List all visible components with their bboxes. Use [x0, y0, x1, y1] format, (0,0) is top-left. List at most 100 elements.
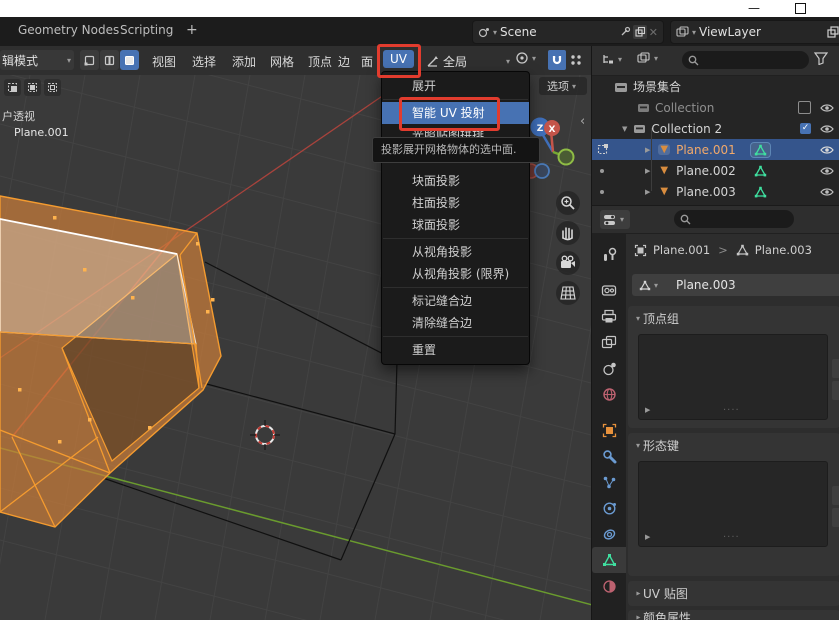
- eye-icon[interactable]: [820, 187, 834, 197]
- menu-item-unwrap[interactable]: 展开: [382, 75, 529, 97]
- snap-toggle-button[interactable]: [548, 50, 566, 70]
- outliner-row-collection-2[interactable]: ▼ Collection 2 ✓: [592, 118, 839, 139]
- tab-tool[interactable]: [592, 241, 626, 267]
- remove-shape-key-button[interactable]: [832, 508, 839, 527]
- breadcrumb-data[interactable]: Plane.003: [755, 243, 812, 257]
- editor-type-dropdown[interactable]: ▾: [600, 210, 630, 229]
- uv-maps-panel-header[interactable]: ▾ UV 贴图: [628, 581, 839, 606]
- expand-triangle-icon[interactable]: ▶: [645, 188, 650, 196]
- add-workspace-button[interactable]: +: [186, 22, 198, 38]
- menu-item-project-from-view-bounds[interactable]: 从视角投影 (限界): [382, 263, 529, 285]
- workspace-tab-scripting[interactable]: Scripting: [120, 23, 173, 37]
- mesh-data-icon[interactable]: [754, 165, 767, 177]
- outliner-row-plane-001[interactable]: ▶ ▼ Plane.001: [592, 139, 839, 160]
- mesh-data-icon[interactable]: [754, 186, 767, 198]
- properties-search-input[interactable]: [674, 210, 794, 228]
- add-shape-key-button[interactable]: [832, 486, 839, 505]
- gizmo-neg-z-axis[interactable]: [535, 164, 549, 178]
- window-minimize-button[interactable]: —: [748, 0, 760, 17]
- vertex-groups-list[interactable]: ▶ ····: [638, 334, 828, 420]
- expand-triangle-icon[interactable]: ▶: [645, 533, 650, 541]
- menu-item-reset[interactable]: 重置: [382, 339, 529, 361]
- tab-render[interactable]: [592, 277, 626, 303]
- tab-material[interactable]: [592, 573, 626, 599]
- tab-scene[interactable]: [592, 355, 626, 381]
- menu-uv[interactable]: UV: [383, 50, 414, 68]
- outliner-filter-type-dropdown[interactable]: ▾: [637, 52, 661, 65]
- menu-mesh[interactable]: 网格: [270, 53, 294, 70]
- window-maximize-button[interactable]: [795, 3, 806, 14]
- mesh-id-dropdown[interactable]: ▾: [632, 274, 669, 296]
- tab-object-data[interactable]: [592, 547, 626, 573]
- tab-constraints[interactable]: [592, 521, 626, 547]
- menu-item-project-from-view[interactable]: 从视角投影: [382, 241, 529, 263]
- tab-view-layer[interactable]: [592, 329, 626, 355]
- expand-triangle-icon[interactable]: ▶: [645, 406, 650, 414]
- gizmo-y-axis[interactable]: [559, 150, 574, 165]
- pan-button[interactable]: [556, 221, 580, 245]
- close-icon[interactable]: ✕: [649, 26, 658, 39]
- select-set-button[interactable]: [4, 79, 21, 96]
- exclude-checkbox[interactable]: ✓: [800, 123, 811, 134]
- display-mode-dropdown[interactable]: ▾: [601, 52, 625, 66]
- tab-particles[interactable]: [592, 469, 626, 495]
- breadcrumb-object[interactable]: Plane.001: [653, 243, 710, 257]
- options-dropdown[interactable]: 选项▾: [539, 77, 587, 95]
- collapse-triangle-icon[interactable]: ▼: [622, 125, 627, 133]
- menu-item-cylinder-projection[interactable]: 柱面投影: [382, 192, 529, 214]
- add-vertex-group-button[interactable]: [832, 359, 839, 378]
- tab-modifiers[interactable]: [592, 443, 626, 469]
- expand-triangle-icon[interactable]: ▶: [645, 167, 650, 175]
- copy-icon[interactable]: [633, 25, 647, 39]
- menu-face[interactable]: 面: [361, 53, 373, 70]
- edge-select-mode-button[interactable]: [100, 50, 119, 70]
- select-subtract-button[interactable]: [44, 79, 61, 96]
- tab-object[interactable]: [592, 417, 626, 443]
- exclude-checkbox[interactable]: [798, 101, 811, 114]
- menu-vertex[interactable]: 顶点: [308, 53, 332, 70]
- select-extend-button[interactable]: [24, 79, 41, 96]
- datablock-name-field[interactable]: Plane.003: [668, 274, 839, 296]
- remove-vertex-group-button[interactable]: [832, 381, 839, 400]
- eye-icon[interactable]: [820, 124, 834, 134]
- workspace-tab-geometry-nodes[interactable]: Geometry Nodes: [18, 23, 119, 37]
- outliner-row-collection[interactable]: Collection: [592, 97, 839, 118]
- mode-dropdown[interactable]: 辑模式 ▾: [0, 50, 74, 70]
- menu-item-cube-projection[interactable]: 块面投影: [382, 170, 529, 192]
- snap-settings-button[interactable]: [569, 53, 583, 67]
- resize-grip[interactable]: ····: [723, 532, 740, 543]
- tab-output[interactable]: [592, 303, 626, 329]
- proportional-edit-dropdown[interactable]: ▾: [515, 51, 539, 65]
- shape-keys-panel-header[interactable]: ▾ 形态键: [628, 433, 839, 457]
- vertex-groups-panel-header[interactable]: ▾ 顶点组: [628, 306, 839, 330]
- menu-item-mark-seam[interactable]: 标记缝合边: [382, 290, 529, 312]
- face-select-mode-button[interactable]: [120, 50, 139, 70]
- vertex-select-mode-button[interactable]: [80, 50, 99, 70]
- tab-physics[interactable]: [592, 495, 626, 521]
- mesh-data-icon[interactable]: [750, 142, 771, 158]
- outliner-search-input[interactable]: [682, 51, 809, 69]
- outliner-row-scene-collection[interactable]: 场景集合: [592, 76, 839, 97]
- eye-icon[interactable]: [820, 145, 834, 155]
- zoom-button[interactable]: [556, 191, 580, 215]
- eye-icon[interactable]: [820, 166, 834, 176]
- scene-selector[interactable]: ▾ Scene ✕: [472, 20, 664, 44]
- eye-icon[interactable]: [820, 103, 834, 113]
- sidebar-collapse-arrow[interactable]: ‹: [580, 114, 585, 129]
- copy-icon[interactable]: [826, 25, 839, 39]
- pin-icon[interactable]: [619, 26, 631, 38]
- menu-add[interactable]: 添加: [232, 53, 256, 70]
- filter-icon[interactable]: [814, 52, 828, 65]
- menu-edge[interactable]: 边: [338, 53, 350, 70]
- transform-orientation-dropdown[interactable]: 全局 ▾: [425, 51, 513, 71]
- expand-triangle-icon[interactable]: ▶: [645, 146, 650, 154]
- ortho-toggle-button[interactable]: [556, 281, 580, 305]
- tab-world[interactable]: [592, 381, 626, 407]
- color-attributes-panel-header[interactable]: ▾ 颜色属性: [628, 610, 839, 620]
- viewlayer-selector[interactable]: ▾ ViewLayer: [670, 20, 839, 44]
- outliner-row-plane-003[interactable]: ▶ ▼ Plane.003: [592, 181, 839, 202]
- shape-keys-list[interactable]: ▶ ····: [638, 461, 828, 547]
- menu-select[interactable]: 选择: [192, 53, 216, 70]
- menu-item-clear-seam[interactable]: 清除缝合边: [382, 312, 529, 334]
- resize-grip[interactable]: ····: [723, 405, 740, 416]
